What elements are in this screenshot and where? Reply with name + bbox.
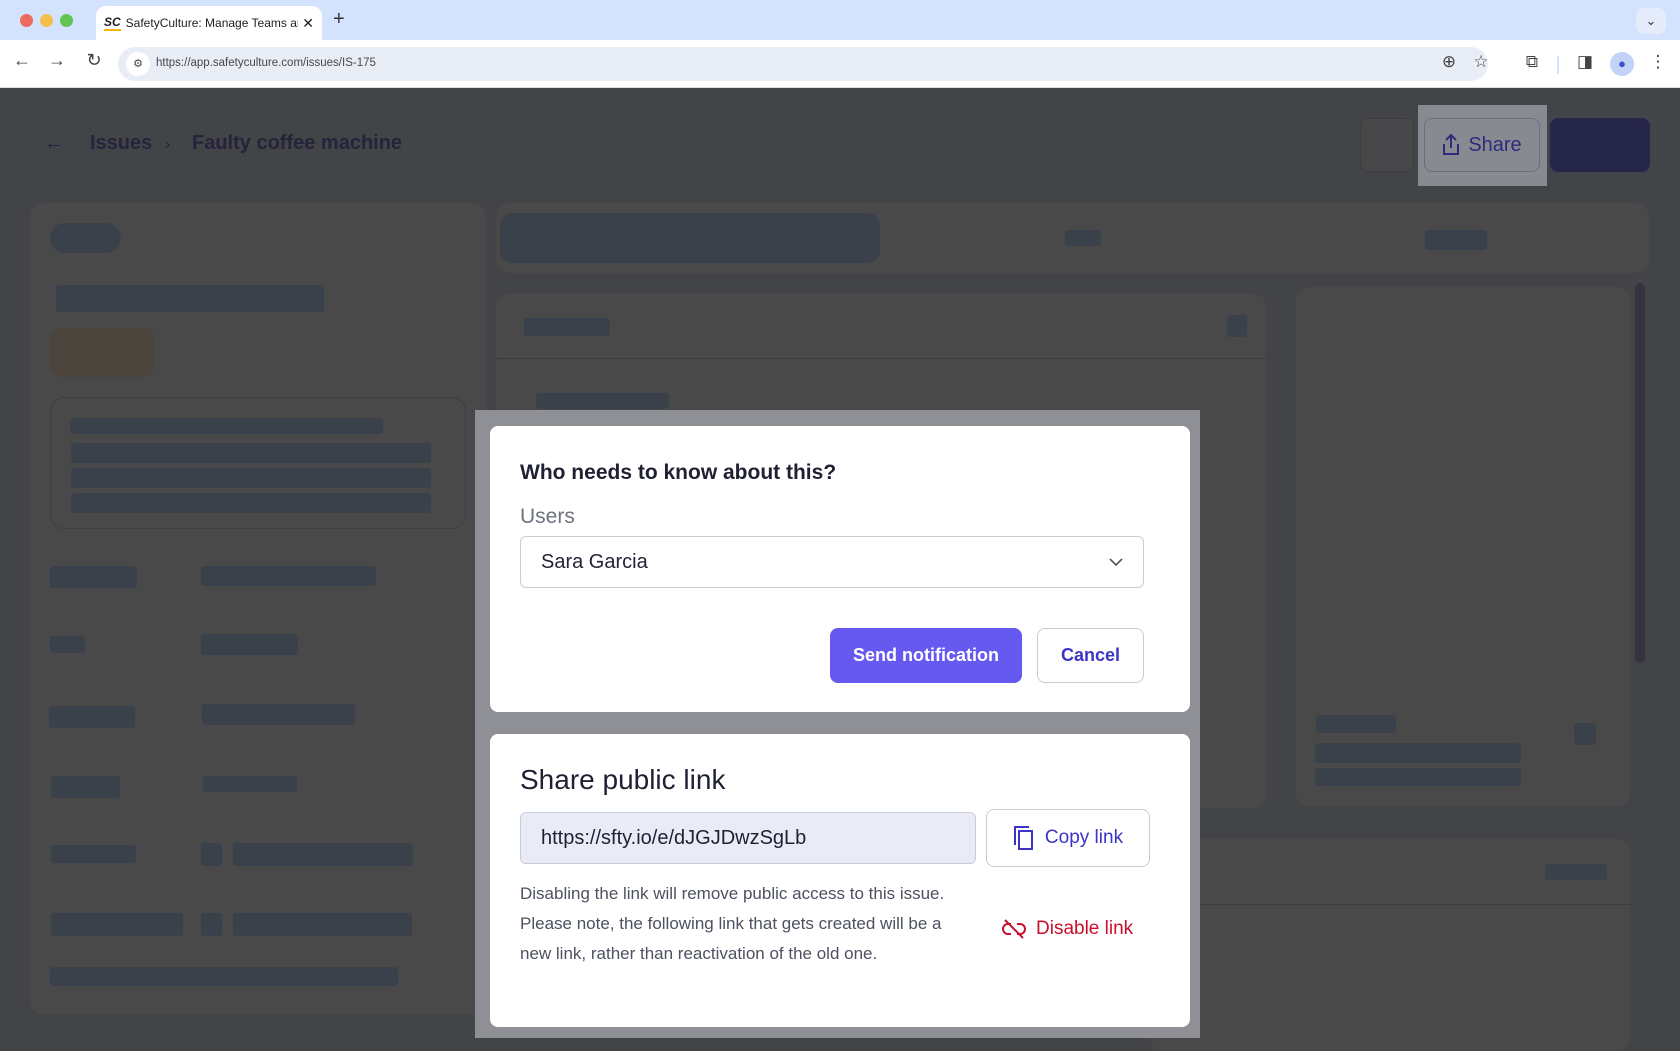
- copy-link-button[interactable]: Copy link: [986, 809, 1150, 867]
- skeleton: [735, 230, 751, 246]
- selected-user: Sara Garcia: [541, 550, 648, 573]
- extensions-icon[interactable]: ⧉: [1520, 52, 1544, 72]
- public-link-title: Share public link: [520, 764, 726, 795]
- disable-help-text: Disabling the link will remove public ac…: [520, 884, 945, 963]
- skeleton: [51, 913, 183, 936]
- page-title: Faulty coffee machine: [192, 132, 403, 154]
- skeleton: [1065, 230, 1101, 246]
- primary-action-button[interactable]: [1550, 118, 1650, 172]
- reload-icon[interactable]: ↻: [81, 50, 107, 71]
- skeleton: [1545, 864, 1607, 880]
- zoom-icon[interactable]: ⊕: [1437, 52, 1461, 72]
- skeleton: [1315, 768, 1521, 786]
- toolbar-divider: [1557, 56, 1559, 74]
- send-notification-button[interactable]: Send notification: [830, 628, 1022, 683]
- browser-tab[interactable]: SC SafetyCulture: Manage Teams and... ✕: [96, 6, 322, 40]
- skeleton: [201, 843, 222, 866]
- link-off-icon: [1002, 919, 1026, 939]
- skeleton: [70, 418, 383, 434]
- tab-search-icon[interactable]: ⌄: [1636, 8, 1666, 34]
- chevron-down-icon: [1109, 554, 1123, 570]
- users-select[interactable]: Sara Garcia: [520, 536, 1144, 588]
- skeleton: [50, 967, 398, 986]
- skeleton: [233, 843, 413, 866]
- skeleton: [1574, 723, 1596, 745]
- share-label: Share: [1468, 133, 1522, 156]
- back-arrow-icon[interactable]: ←: [44, 132, 64, 155]
- skeleton: [71, 443, 431, 463]
- skeleton: [202, 704, 355, 725]
- skeleton: [56, 285, 324, 312]
- bookmark-star-icon[interactable]: ☆: [1469, 52, 1493, 72]
- skeleton: [1425, 230, 1487, 250]
- users-label: Users: [520, 505, 575, 528]
- breadcrumb-chevron-icon: ›: [165, 136, 171, 153]
- profile-icon[interactable]: ●: [1610, 52, 1634, 76]
- skeleton: [536, 393, 669, 409]
- back-icon[interactable]: ←: [9, 50, 35, 71]
- share-button[interactable]: Share: [1424, 118, 1540, 172]
- skeleton: [71, 493, 431, 513]
- public-link-field[interactable]: https://sfty.io/e/dJGJDwzSgLb: [520, 812, 976, 864]
- skeleton: [203, 776, 297, 792]
- skeleton: [201, 634, 298, 655]
- skeleton: [201, 913, 222, 936]
- copy-link-label: Copy link: [1044, 827, 1124, 848]
- scrollbar[interactable]: [1635, 283, 1645, 663]
- tab-title: SafetyCulture: Manage Teams and...: [125, 16, 299, 30]
- divider: [1150, 904, 1630, 905]
- notify-title: Who needs to know about this?: [520, 461, 837, 484]
- notify-card: Who needs to know about this? Users Sara…: [490, 426, 1190, 712]
- maximize-window-button[interactable]: [60, 14, 73, 27]
- site-info-icon[interactable]: ⚙: [126, 52, 150, 76]
- divider: [496, 358, 1266, 359]
- disable-link-button[interactable]: Disable link: [1002, 918, 1133, 940]
- share-icon: [1443, 134, 1460, 155]
- favicon-icon: SC: [104, 15, 121, 31]
- skeleton: [50, 566, 137, 588]
- skeleton: [50, 223, 121, 253]
- skeleton: [71, 468, 431, 488]
- forward-icon[interactable]: →: [44, 50, 70, 71]
- cancel-button[interactable]: Cancel: [1037, 628, 1144, 683]
- skeleton: [51, 776, 120, 798]
- side-panel-icon[interactable]: ◨: [1573, 52, 1597, 72]
- close-window-button[interactable]: [20, 14, 33, 27]
- more-button[interactable]: [1360, 118, 1414, 172]
- copy-icon: [1013, 826, 1033, 850]
- new-tab-button[interactable]: +: [333, 8, 345, 31]
- menu-icon[interactable]: ⋮: [1646, 52, 1670, 72]
- skeleton: [49, 706, 135, 728]
- skeleton: [50, 636, 85, 653]
- public-link-card: Share public link https://sfty.io/e/dJGJ…: [490, 734, 1190, 1027]
- breadcrumb-issues[interactable]: Issues: [90, 132, 152, 155]
- skeleton: [51, 845, 136, 863]
- close-tab-icon[interactable]: ✕: [302, 15, 314, 32]
- url-text[interactable]: https://app.safetyculture.com/issues/IS-…: [156, 57, 376, 69]
- skeleton: [500, 213, 880, 263]
- skeleton: [233, 913, 412, 936]
- skeleton: [201, 566, 376, 586]
- minimize-window-button[interactable]: [40, 14, 53, 27]
- skeleton: [50, 328, 154, 377]
- skeleton: [1227, 315, 1247, 337]
- skeleton: [524, 318, 610, 336]
- skeleton: [1316, 715, 1396, 733]
- details-panel: [30, 203, 486, 1015]
- skeleton: [1315, 743, 1521, 763]
- disable-link-label: Disable link: [1036, 918, 1134, 939]
